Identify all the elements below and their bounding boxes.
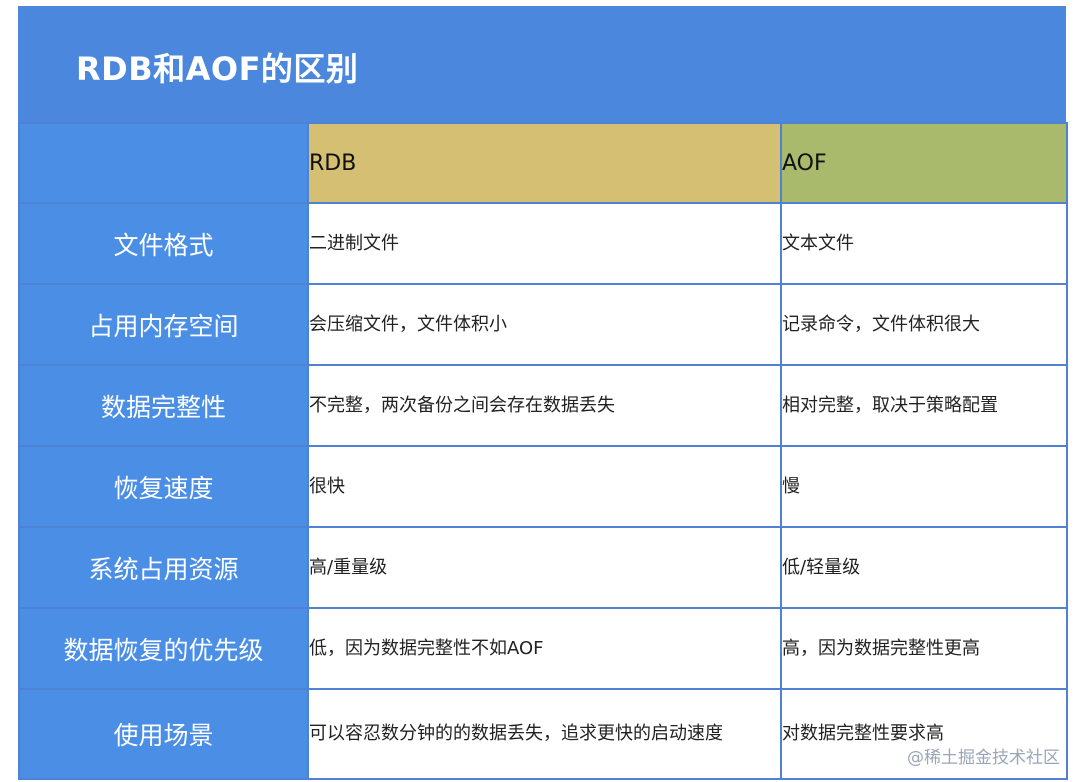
aof-cell: 记录命令，文件体积很大	[780, 283, 1068, 366]
row-label: 系统占用资源	[18, 526, 309, 609]
row-label: 使用场景	[18, 688, 309, 780]
table-row: 数据完整性 不完整，两次备份之间会存在数据丢失 相对完整，取决于策略配置	[18, 364, 1068, 447]
rdb-cell: 高/重量级	[307, 526, 782, 609]
header-rdb: RDB	[307, 122, 782, 204]
rdb-cell: 很快	[307, 445, 782, 528]
row-label: 数据恢复的优先级	[18, 607, 309, 690]
aof-cell: 低/轻量级	[780, 526, 1068, 609]
rdb-cell: 不完整，两次备份之间会存在数据丢失	[307, 364, 782, 447]
row-label: 数据完整性	[18, 364, 309, 447]
header-aof: AOF	[780, 122, 1068, 204]
title-bar: RDB和AOF的区别	[18, 6, 1066, 124]
aof-cell: 文本文件	[780, 202, 1068, 285]
aof-cell: 高，因为数据完整性更高	[780, 607, 1068, 690]
rdb-cell: 会压缩文件，文件体积小	[307, 283, 782, 366]
watermark-text: @稀土掘金技术社区	[907, 748, 1060, 768]
table-row: 文件格式 二进制文件 文本文件	[18, 202, 1068, 285]
table-row: 系统占用资源 高/重量级 低/轻量级	[18, 526, 1068, 609]
aof-cell: 相对完整，取决于策略配置	[780, 364, 1068, 447]
aof-cell: 慢	[780, 445, 1068, 528]
header-corner-cell	[18, 122, 309, 204]
rdb-cell: 二进制文件	[307, 202, 782, 285]
table-row: 占用内存空间 会压缩文件，文件体积小 记录命令，文件体积很大	[18, 283, 1068, 366]
rdb-cell: 可以容忍数分钟的的数据丢失，追求更快的启动速度	[307, 688, 782, 780]
row-label: 恢复速度	[18, 445, 309, 528]
table-row: 数据恢复的优先级 低，因为数据完整性不如AOF 高，因为数据完整性更高	[18, 607, 1068, 690]
row-label: 文件格式	[18, 202, 309, 285]
rdb-cell: 低，因为数据完整性不如AOF	[307, 607, 782, 690]
table-header-row: RDB AOF	[18, 122, 1068, 204]
comparison-table: RDB AOF 文件格式 二进制文件 文本文件 占用内存空间 会压缩文件，文件体…	[18, 122, 1068, 780]
table-row: 恢复速度 很快 慢	[18, 445, 1068, 528]
row-label: 占用内存空间	[18, 283, 309, 366]
page-title: RDB和AOF的区别	[76, 50, 359, 88]
